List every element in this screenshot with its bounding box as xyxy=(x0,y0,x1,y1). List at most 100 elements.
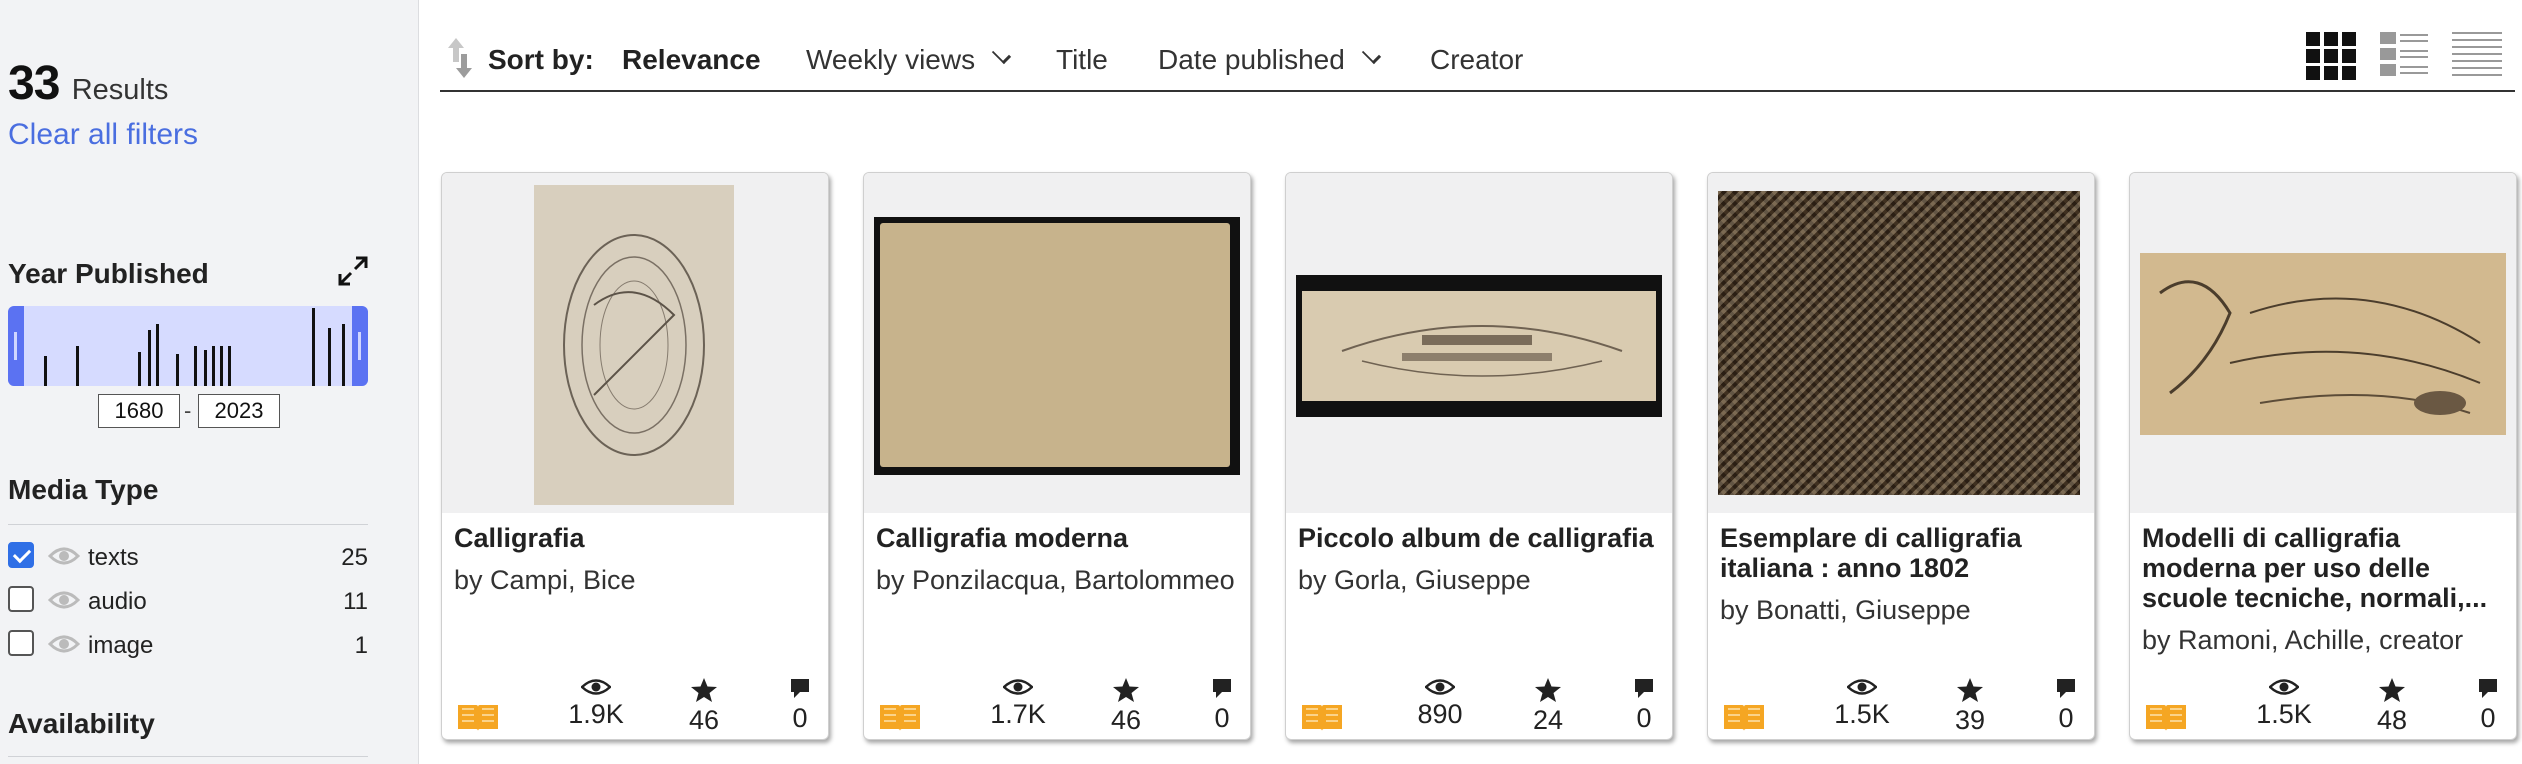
reviews-stat: 0 xyxy=(760,677,828,734)
favorites-count: 46 xyxy=(1110,705,1142,735)
comment-icon xyxy=(791,679,809,698)
media-count: 11 xyxy=(343,588,368,615)
media-count: 25 xyxy=(341,544,368,571)
reviews-count: 0 xyxy=(1214,703,1230,733)
chevron-down-icon xyxy=(991,44,1012,65)
histogram-bar xyxy=(156,324,159,386)
range-handle-right[interactable] xyxy=(352,306,368,386)
item-thumbnail[interactable] xyxy=(864,173,1250,513)
favorites-count: 39 xyxy=(1954,705,1986,735)
histogram-bar xyxy=(204,350,207,386)
media-label: audio xyxy=(88,588,147,615)
item-thumbnail[interactable] xyxy=(1286,173,1672,513)
histogram-bar xyxy=(312,308,315,386)
favorites-count: 48 xyxy=(2376,705,2408,735)
range-handle-left[interactable] xyxy=(8,306,24,386)
item-thumbnail[interactable] xyxy=(442,173,828,513)
media-row-image[interactable]: image 1 xyxy=(8,628,368,662)
availability-title: Availability xyxy=(8,708,155,739)
result-card[interactable]: Calligrafia by Campi, Bice 1.9K 46 0 xyxy=(441,172,829,740)
results-count: 33 Results xyxy=(8,56,168,111)
year-separator: - xyxy=(184,398,192,423)
eye-icon[interactable] xyxy=(48,588,80,612)
book-icon xyxy=(458,705,498,731)
reviews-stat: 0 xyxy=(1182,677,1250,734)
sort-relevance[interactable]: Relevance xyxy=(622,44,761,76)
star-icon xyxy=(2379,678,2405,702)
media-type-title: Media Type xyxy=(8,474,159,505)
year-published-title: Year Published xyxy=(8,258,209,289)
card-title: Calligrafia moderna xyxy=(876,523,1129,553)
star-icon xyxy=(691,678,717,702)
favorites-stat: 48 xyxy=(2352,677,2432,736)
views-count: 890 xyxy=(1417,699,1463,729)
texts-checkbox[interactable] xyxy=(8,542,34,568)
views-count: 1.9K xyxy=(568,699,624,729)
views-count: 1.7K xyxy=(990,699,1046,729)
book-icon xyxy=(1302,705,1342,731)
image-checkbox[interactable] xyxy=(8,630,34,656)
sort-weekly-views-label: Weekly views xyxy=(806,44,976,75)
divider xyxy=(8,524,368,525)
results-label: Results xyxy=(71,74,169,106)
year-to-input[interactable]: 2023 xyxy=(198,394,280,428)
texture-pattern xyxy=(1718,191,2080,495)
sort-weekly-views[interactable]: Weekly views xyxy=(806,44,1012,76)
tile-view-icon[interactable] xyxy=(2306,30,2356,80)
eye-icon[interactable] xyxy=(48,632,80,656)
clear-all-filters-link[interactable]: Clear all filters xyxy=(8,118,198,152)
media-count: 1 xyxy=(354,632,368,659)
compact-list-view-icon[interactable] xyxy=(2452,30,2502,80)
reviews-count: 0 xyxy=(792,703,808,733)
card-creator: by Gorla, Giuseppe xyxy=(1298,565,1531,595)
histogram-bar xyxy=(194,346,197,386)
sort-creator[interactable]: Creator xyxy=(1430,44,1523,76)
favorites-stat: 39 xyxy=(1930,677,2010,736)
reviews-count: 0 xyxy=(1636,703,1652,733)
album-cover xyxy=(1302,291,1656,401)
sort-direction-icon[interactable] xyxy=(446,36,474,80)
histogram-bar xyxy=(212,346,215,386)
book-icon xyxy=(1724,705,1764,731)
eye-icon xyxy=(1425,679,1455,695)
histogram-bar xyxy=(138,352,141,386)
eye-icon[interactable] xyxy=(48,544,80,568)
comment-icon xyxy=(2057,679,2075,698)
thumbnail-image xyxy=(874,217,1240,475)
views-stat: 1.5K xyxy=(2244,677,2324,730)
card-stats: 890 24 0 xyxy=(1286,677,1672,737)
histogram-bar xyxy=(176,354,179,386)
favorites-stat: 46 xyxy=(664,677,744,736)
item-thumbnail[interactable] xyxy=(2130,173,2516,513)
filters-sidebar: 33 Results Clear all filters Year Publis… xyxy=(0,0,419,764)
histogram-bar xyxy=(328,328,331,386)
favorites-count: 46 xyxy=(688,705,720,735)
list-detail-view-icon[interactable] xyxy=(2380,30,2430,80)
views-stat: 1.7K xyxy=(978,677,1058,730)
favorites-stat: 24 xyxy=(1508,677,1588,736)
result-card[interactable]: Piccolo album de calligrafia by Gorla, G… xyxy=(1285,172,1673,740)
favorites-stat: 46 xyxy=(1086,677,1166,736)
sort-date-published[interactable]: Date published xyxy=(1158,44,1381,76)
item-thumbnail[interactable] xyxy=(1708,173,2094,513)
result-card[interactable]: Modelli di calligrafia moderna per uso d… xyxy=(2129,172,2517,740)
sort-by-label: Sort by: xyxy=(488,44,594,75)
year-from-input[interactable]: 1680 xyxy=(98,394,180,428)
histogram-bar xyxy=(228,346,231,386)
result-card[interactable]: Calligrafia moderna by Ponzilacqua, Bart… xyxy=(863,172,1251,740)
comment-icon xyxy=(1213,679,1231,698)
year-histogram[interactable] xyxy=(8,306,368,386)
sort-title[interactable]: Title xyxy=(1056,44,1108,76)
histogram-bar xyxy=(148,330,151,386)
chevron-down-icon xyxy=(1361,44,1381,65)
media-row-texts[interactable]: texts 25 xyxy=(8,540,368,574)
expand-icon[interactable] xyxy=(336,254,370,288)
card-creator: by Campi, Bice xyxy=(454,565,636,595)
histogram-bar xyxy=(44,356,47,386)
result-card[interactable]: Esemplare di calligrafia italiana : anno… xyxy=(1707,172,2095,740)
ornament-icon xyxy=(1341,325,1623,377)
audio-checkbox[interactable] xyxy=(8,586,34,612)
calligraphy-ornament-icon xyxy=(563,234,705,456)
thumbnail-image xyxy=(2140,253,2506,435)
media-row-audio[interactable]: audio 11 xyxy=(8,584,368,618)
